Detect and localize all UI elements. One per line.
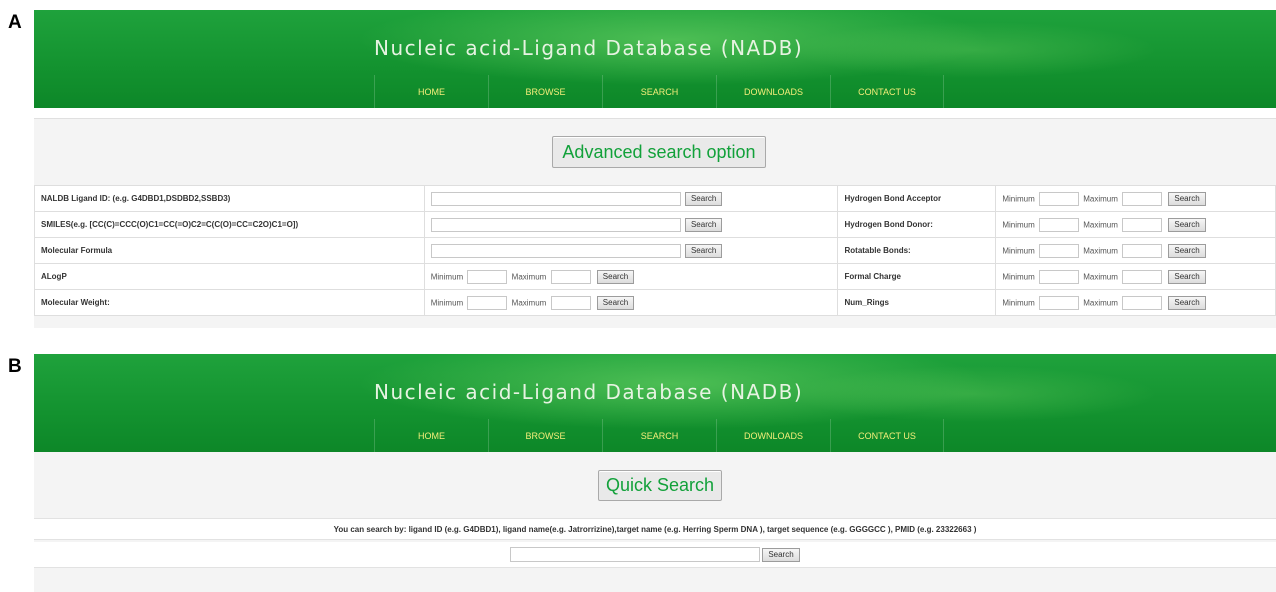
alogp-cell: Minimum Maximum Search: [423, 263, 839, 290]
field-label-hbond-acceptor: Hydrogen Bond Acceptor: [837, 185, 997, 212]
site-header: Nucleic acid-Ligand Database (NADB) HOME…: [34, 354, 1276, 452]
field-label-formal-charge: Formal Charge: [837, 263, 997, 290]
advanced-search-panel: Nucleic acid-Ligand Database (NADB) HOME…: [34, 10, 1276, 328]
rotatable-bonds-max-input[interactable]: [1122, 243, 1163, 258]
site-title: Nucleic acid-Ligand Database (NADB): [374, 36, 804, 60]
minimum-label: Minimum: [1002, 298, 1035, 307]
main-nav: HOME BROWSE SEARCH DOWNLOADS CONTACT US: [374, 75, 944, 108]
field-label-rotatable-bonds: Rotatable Bonds:: [837, 237, 997, 264]
hbond-donor-min-input[interactable]: [1039, 217, 1079, 232]
field-label-smiles: SMILES(e.g. [CC(C)=CCC(O)C1=CC(=O)C2=C(C…: [34, 211, 425, 238]
rotatable-bonds-min-input[interactable]: [1039, 243, 1079, 258]
quick-search-submit-button[interactable]: Search: [762, 547, 800, 562]
nav-home[interactable]: HOME: [374, 75, 488, 108]
molecular-weight-search-button[interactable]: Search: [596, 295, 635, 310]
molecular-formula-cell: Search: [423, 237, 839, 264]
maximum-label: Maximum: [511, 272, 547, 281]
alogp-search-button[interactable]: Search: [596, 269, 635, 284]
table-row: Molecular Formula Search Rotatable Bonds…: [34, 237, 1276, 264]
nav-browse[interactable]: BROWSE: [488, 419, 602, 452]
formal-charge-max-input[interactable]: [1122, 269, 1163, 284]
molecular-weight-max-input[interactable]: [550, 295, 591, 310]
quick-search-hint: You can search by: ligand ID (e.g. G4DBD…: [34, 518, 1276, 540]
ligand-id-input[interactable]: [430, 191, 681, 206]
num-rings-max-input[interactable]: [1122, 295, 1163, 310]
formal-charge-min-input[interactable]: [1039, 269, 1079, 284]
quick-search-panel: Nucleic acid-Ligand Database (NADB) HOME…: [34, 354, 1276, 592]
rotatable-bonds-cell: Minimum Maximum Search: [995, 237, 1276, 264]
site-header: Nucleic acid-Ligand Database (NADB) HOME…: [34, 10, 1276, 108]
molecular-formula-input[interactable]: [430, 243, 681, 258]
maximum-label: Maximum: [1083, 220, 1118, 229]
table-row: Molecular Weight: Minimum Maximum Search…: [34, 289, 1276, 316]
maximum-label: Maximum: [1083, 246, 1118, 255]
advanced-search-option-button[interactable]: Advanced search option: [552, 136, 766, 168]
hbond-acceptor-min-input[interactable]: [1039, 191, 1079, 206]
table-row: SMILES(e.g. [CC(C)=CCC(O)C1=CC(=O)C2=C(C…: [34, 211, 1276, 238]
hbond-donor-max-input[interactable]: [1122, 217, 1163, 232]
quick-search-body: Quick Search You can search by: ligand I…: [34, 452, 1276, 592]
nav-search[interactable]: SEARCH: [602, 419, 716, 452]
field-label-molecular-formula: Molecular Formula: [34, 237, 425, 264]
maximum-label: Maximum: [1083, 298, 1118, 307]
nav-contact-us[interactable]: CONTACT US: [830, 419, 944, 452]
field-label-ligand-id: NALDB Ligand ID: (e.g. G4DBD1,DSDBD2,SSB…: [34, 185, 425, 212]
formal-charge-search-button[interactable]: Search: [1168, 269, 1206, 284]
nav-contact-us[interactable]: CONTACT US: [830, 75, 944, 108]
nav-browse[interactable]: BROWSE: [488, 75, 602, 108]
molecular-formula-search-button[interactable]: Search: [684, 243, 723, 258]
nav-downloads[interactable]: DOWNLOADS: [716, 419, 830, 452]
alogp-max-input[interactable]: [550, 269, 591, 284]
minimum-label: Minimum: [1002, 194, 1035, 203]
advanced-search-table: NALDB Ligand ID: (e.g. G4DBD1,DSDBD2,SSB…: [34, 185, 1276, 316]
field-label-molecular-weight: Molecular Weight:: [34, 289, 425, 316]
minimum-label: Minimum: [430, 298, 464, 307]
nav-home[interactable]: HOME: [374, 419, 488, 452]
smiles-search-button[interactable]: Search: [684, 217, 723, 232]
molecular-weight-cell: Minimum Maximum Search: [423, 289, 839, 316]
field-label-hbond-donor: Hydrogen Bond Donor:: [837, 211, 997, 238]
field-label-alogp: ALogP: [34, 263, 425, 290]
table-row: NALDB Ligand ID: (e.g. G4DBD1,DSDBD2,SSB…: [34, 185, 1276, 212]
smiles-input[interactable]: [430, 217, 681, 232]
smiles-cell: Search: [423, 211, 839, 238]
minimum-label: Minimum: [430, 272, 464, 281]
hbond-acceptor-search-button[interactable]: Search: [1168, 191, 1206, 206]
hbond-donor-search-button[interactable]: Search: [1168, 217, 1206, 232]
hbond-acceptor-max-input[interactable]: [1122, 191, 1163, 206]
rotatable-bonds-search-button[interactable]: Search: [1168, 243, 1206, 258]
num-rings-search-button[interactable]: Search: [1168, 295, 1206, 310]
panel-label-b: B: [8, 356, 22, 377]
num-rings-cell: Minimum Maximum Search: [995, 289, 1276, 316]
hbond-acceptor-cell: Minimum Maximum Search: [995, 185, 1276, 212]
formal-charge-cell: Minimum Maximum Search: [995, 263, 1276, 290]
minimum-label: Minimum: [1002, 220, 1035, 229]
alogp-min-input[interactable]: [467, 269, 508, 284]
ligand-id-search-button[interactable]: Search: [684, 191, 723, 206]
field-label-num-rings: Num_Rings: [837, 289, 997, 316]
ligand-id-cell: Search: [423, 185, 839, 212]
maximum-label: Maximum: [1083, 194, 1118, 203]
advanced-search-body: Advanced search option NALDB Ligand ID: …: [34, 118, 1276, 328]
site-title: Nucleic acid-Ligand Database (NADB): [374, 380, 804, 404]
quick-search-row: Search: [34, 542, 1276, 568]
main-nav: HOME BROWSE SEARCH DOWNLOADS CONTACT US: [374, 419, 944, 452]
panel-label-a: A: [8, 12, 22, 33]
maximum-label: Maximum: [1083, 272, 1118, 281]
nav-downloads[interactable]: DOWNLOADS: [716, 75, 830, 108]
hbond-donor-cell: Minimum Maximum Search: [995, 211, 1276, 238]
quick-search-input[interactable]: [510, 547, 761, 562]
molecular-weight-min-input[interactable]: [467, 295, 508, 310]
minimum-label: Minimum: [1002, 272, 1035, 281]
table-row: ALogP Minimum Maximum Search Formal Char…: [34, 263, 1276, 290]
nav-search[interactable]: SEARCH: [602, 75, 716, 108]
num-rings-min-input[interactable]: [1039, 295, 1079, 310]
minimum-label: Minimum: [1002, 246, 1035, 255]
quick-search-button[interactable]: Quick Search: [598, 470, 722, 501]
maximum-label: Maximum: [511, 298, 547, 307]
